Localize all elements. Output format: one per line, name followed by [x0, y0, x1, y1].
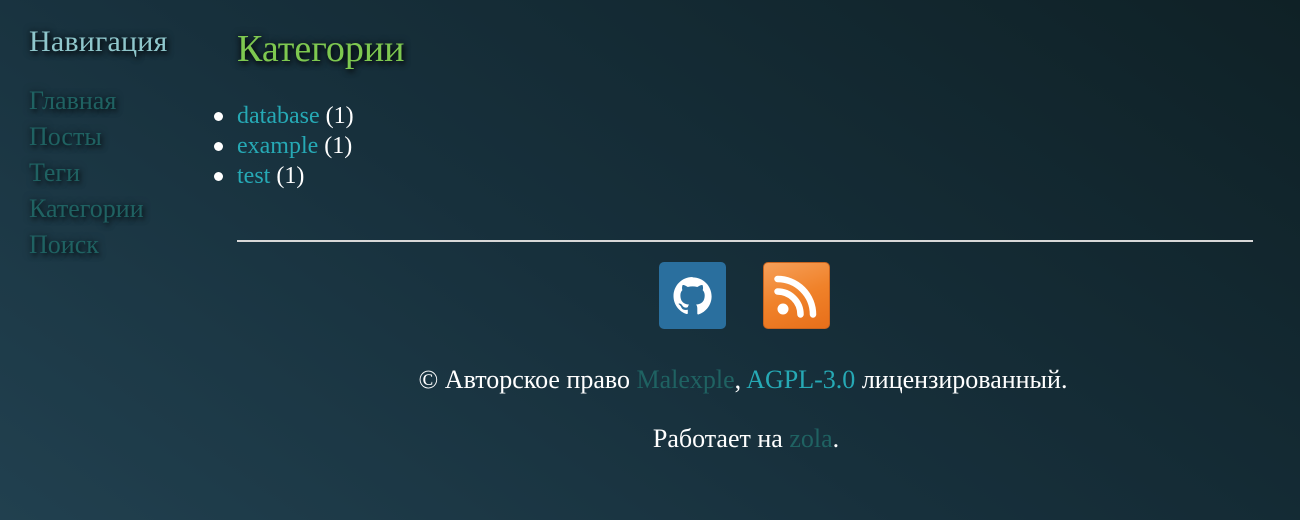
sidebar-link-tags[interactable]: Теги: [29, 155, 219, 191]
sidebar-link-search[interactable]: Поиск: [29, 227, 219, 263]
category-item: example (1): [214, 131, 1253, 161]
category-item: test (1): [214, 161, 1253, 191]
sidebar-item-search: Поиск: [29, 227, 219, 263]
bullet-icon: [214, 112, 223, 121]
sidebar-item-tags: Теги: [29, 155, 219, 191]
rss-icon: [774, 275, 817, 318]
sidebar: Навигация Главная Посты Теги Категории П…: [29, 22, 219, 263]
copyright-text: Авторское право: [444, 365, 630, 394]
sidebar-item-categories: Категории: [29, 191, 219, 227]
category-list: database (1) example (1) test (1): [214, 101, 1253, 191]
licensed-text: лицензированный: [861, 365, 1061, 394]
page-title: Категории: [237, 28, 405, 70]
period: .: [1060, 365, 1068, 394]
sidebar-nav-list: Главная Посты Теги Категории Поиск: [29, 83, 219, 263]
category-count: (1): [324, 133, 353, 159]
powered-by-line: Работает на zola.: [96, 424, 1300, 454]
powered-text: Работает на: [652, 424, 783, 453]
bullet-icon: [214, 142, 223, 151]
category-link[interactable]: database: [237, 103, 320, 129]
copyright-icon: ©: [418, 365, 439, 394]
main-content: Категории database (1) example (1) test …: [214, 24, 1253, 242]
bullet-icon: [214, 172, 223, 181]
category-count: (1): [276, 163, 305, 189]
rss-button[interactable]: [763, 262, 830, 329]
separator: ,: [734, 365, 742, 394]
category-count: (1): [325, 103, 354, 129]
footer-divider: [237, 240, 1253, 242]
github-button[interactable]: [659, 262, 726, 329]
sidebar-item-posts: Посты: [29, 119, 219, 155]
category-link[interactable]: example: [237, 133, 318, 159]
powered-period: .: [832, 424, 840, 453]
category-link[interactable]: test: [237, 163, 270, 189]
author-link[interactable]: Malexple: [636, 365, 734, 394]
category-item: database (1): [214, 101, 1253, 131]
sidebar-title: Навигация: [29, 25, 168, 58]
sidebar-link-home[interactable]: Главная: [29, 83, 219, 119]
sidebar-link-posts[interactable]: Посты: [29, 119, 219, 155]
zola-link[interactable]: zola: [789, 424, 832, 453]
social-links: [659, 262, 830, 329]
sidebar-item-home: Главная: [29, 83, 219, 119]
license-link[interactable]: AGPL-3.0: [746, 365, 855, 394]
copyright-line: © Авторское право Malexple, AGPL-3.0 лиц…: [93, 365, 1300, 395]
sidebar-link-categories[interactable]: Категории: [29, 191, 219, 227]
github-icon: [673, 277, 712, 315]
